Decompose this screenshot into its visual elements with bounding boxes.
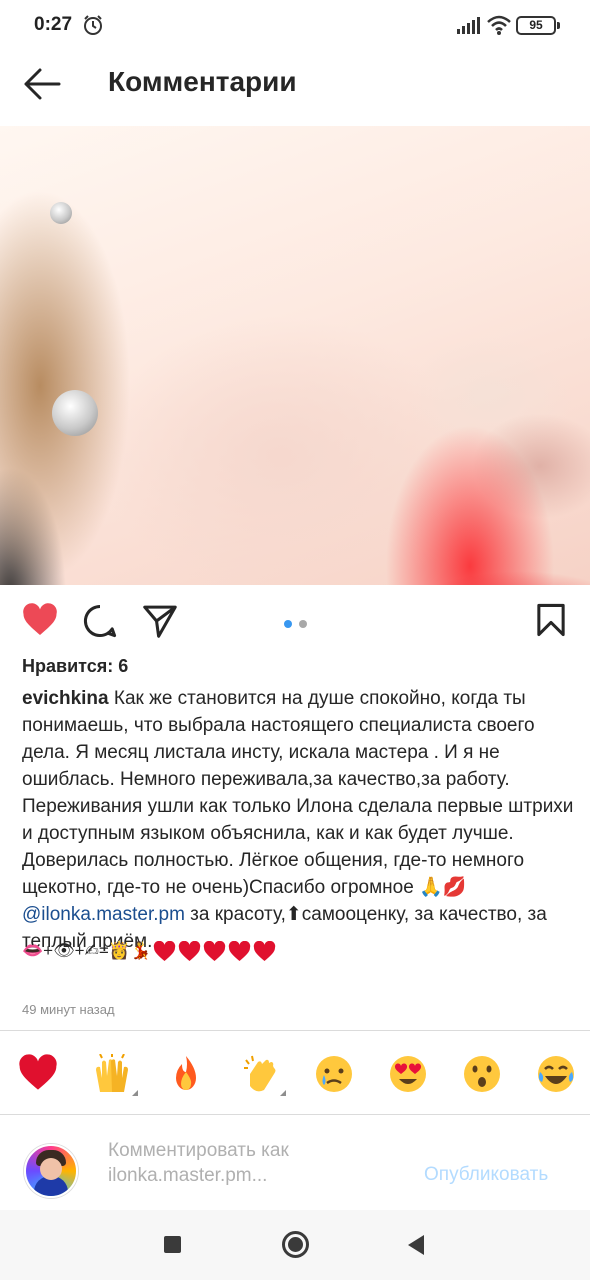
reaction-fire[interactable]: [166, 1054, 206, 1094]
comment-input[interactable]: Комментировать как ilonka.master.pm...: [108, 1138, 408, 1188]
back-triangle-icon[interactable]: [408, 1235, 424, 1255]
surprised-face-icon: [464, 1056, 500, 1092]
carousel-dot: [299, 620, 308, 628]
battery-level: 95: [529, 18, 543, 32]
earring-top: [50, 202, 72, 224]
arrow-left-icon[interactable]: [22, 66, 62, 102]
post-caption: evichkina Как же становится на душе спок…: [22, 685, 576, 955]
publish-button[interactable]: Опубликовать: [424, 1164, 548, 1186]
bookmark-icon[interactable]: [536, 603, 566, 637]
reaction-crying[interactable]: [314, 1054, 354, 1094]
reaction-heart[interactable]: [18, 1054, 58, 1094]
variant-indicator: [132, 1090, 138, 1096]
fire-icon: [176, 1056, 196, 1090]
caption-emoji-text: 👄+👁+✍=👸💃: [22, 941, 152, 960]
post-actions: [0, 595, 590, 651]
red-heart-icon: [19, 1054, 57, 1090]
caption-text: Как же становится на душе спокойно, когд…: [22, 688, 574, 898]
caption-emoji-line: 👄+👁+✍=👸💃: [22, 938, 276, 964]
divider: [0, 1114, 590, 1115]
tears-of-joy-icon: [538, 1056, 574, 1092]
quick-reactions: [0, 1040, 590, 1112]
wifi-icon: [487, 15, 511, 35]
red-heart-emoji-icon: [253, 940, 276, 961]
caption-username[interactable]: evichkina: [22, 688, 109, 709]
reaction-raised-hands[interactable]: [92, 1053, 138, 1096]
comment-icon[interactable]: [82, 603, 118, 639]
post-photo[interactable]: [0, 126, 590, 585]
reaction-surprised[interactable]: [462, 1054, 502, 1094]
avatar[interactable]: [24, 1144, 78, 1198]
post-time: 49 минут назад: [22, 1002, 115, 1017]
carousel-dots: [284, 615, 310, 633]
caption-mention[interactable]: @ilonka.master.pm: [22, 904, 185, 925]
system-nav-bar: [0, 1210, 590, 1280]
carousel-dot-active: [284, 620, 292, 628]
reaction-heart-eyes[interactable]: [388, 1054, 428, 1094]
red-heart-emoji-icon: [203, 940, 226, 961]
comment-composer: Комментировать как ilonka.master.pm... О…: [0, 1130, 590, 1208]
reaction-laughing[interactable]: [536, 1054, 576, 1094]
heart-icon[interactable]: [22, 603, 58, 637]
red-heart-emoji-icon: [153, 940, 176, 961]
home-circle-icon[interactable]: [282, 1231, 309, 1258]
recents-square-icon[interactable]: [164, 1236, 181, 1253]
variant-indicator: [280, 1090, 286, 1096]
red-heart-emoji-icon: [228, 940, 251, 961]
reaction-clapping[interactable]: [240, 1054, 286, 1096]
heart-eyes-icon: [390, 1056, 426, 1092]
red-heart-emoji-icon: [178, 940, 201, 961]
divider: [0, 1030, 590, 1031]
page-title: Комментарии: [108, 66, 297, 97]
clapping-hands-icon: [244, 1055, 276, 1092]
status-time: 0:27: [34, 14, 73, 35]
earring-bottom: [52, 390, 98, 436]
caption-hearts: [153, 940, 276, 962]
battery-icon: 95: [516, 16, 560, 35]
alarm-icon: [84, 15, 102, 35]
share-icon[interactable]: [142, 603, 178, 639]
raised-hands-icon: [96, 1053, 128, 1092]
likes-count[interactable]: Нравится: 6: [22, 656, 128, 677]
header: Комментарии: [0, 52, 590, 118]
crying-face-icon: [316, 1056, 352, 1092]
avatar-face: [40, 1158, 62, 1180]
status-bar: 0:27 95: [0, 0, 590, 52]
signal-icon: [457, 17, 480, 34]
